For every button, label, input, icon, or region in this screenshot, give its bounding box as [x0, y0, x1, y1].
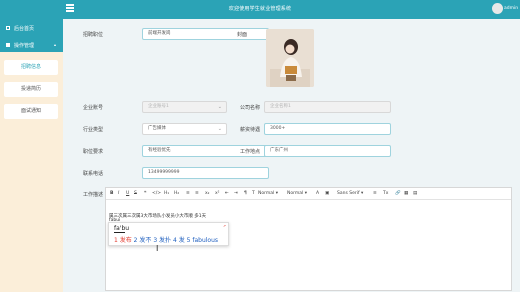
company-name-input: 企业名称1 [264, 101, 391, 113]
superscript-button[interactable]: x² [215, 191, 219, 196]
ordered-list-button[interactable]: ≡ [186, 191, 190, 196]
editor-toolbar: B I U S ❝ </> H₁ H₂ ≡ ≡ x₂ x² ⇤ ⇥ ¶ T No… [106, 188, 511, 200]
strike-button[interactable]: S [134, 191, 137, 196]
ime-composition-underline [114, 232, 125, 233]
industry-select[interactable]: 广告媒体 ⌄ [142, 123, 227, 135]
clean-format-button[interactable]: Tx [383, 191, 388, 196]
job-title-label: 招聘职位 [83, 32, 104, 38]
phone-input[interactable]: 13499999999 [142, 167, 269, 179]
background-color-button[interactable]: ▣ [325, 191, 329, 196]
ime-candidate[interactable]: 5 fabulous [187, 237, 218, 244]
ime-candidate[interactable]: 4 发 [173, 237, 185, 244]
bold-button[interactable]: B [110, 191, 113, 196]
font-select[interactable]: Sans Serif ▾ [337, 191, 363, 196]
system-title: 欢迎使用学生就业管理系统 [228, 6, 292, 12]
indent-button[interactable]: ⇥ [234, 191, 238, 196]
industry-label: 行业类型 [83, 127, 104, 133]
align-button[interactable]: ≡ [373, 191, 377, 196]
italic-button[interactable]: I [118, 191, 119, 196]
image-icon[interactable]: ▦ [404, 191, 408, 196]
chevron-down-icon: ⌄ [217, 104, 222, 110]
heading2-button[interactable]: H₂ [174, 191, 179, 196]
ime-candidate[interactable]: 3 发扑 [153, 237, 171, 244]
location-input[interactable]: 广东广州 [264, 145, 391, 157]
cover-image[interactable] [266, 29, 314, 87]
company-name-label: 公司名称 [240, 105, 261, 111]
sidebar-item-recruitment[interactable]: 招聘信息 [4, 60, 58, 75]
ime-composition: fa'bu [114, 225, 130, 232]
company-account-label: 企业账号 [83, 105, 104, 111]
sidebar: 后台首页 操作管理 ▴ 招聘信息 投递简历 面试通知 [0, 19, 63, 292]
username[interactable]: admin [504, 6, 518, 11]
sidebar-item-interviews[interactable]: 面试通知 [4, 104, 58, 119]
description-label: 工作描述 [83, 192, 104, 198]
grid-icon [6, 43, 10, 47]
salary-label: 薪资待遇 [240, 127, 261, 133]
chevron-down-icon: ⌄ [217, 126, 222, 132]
sidebar-item-resumes[interactable]: 投递简历 [4, 82, 58, 97]
ime-candidate-window: fa'bu ↗ 1 发布 2 发不 3 发扑 4 发 5 fabulous [108, 222, 229, 246]
outdent-button[interactable]: ⇤ [225, 191, 229, 196]
avatar[interactable] [492, 3, 503, 14]
ime-candidate[interactable]: 1 发布 [114, 237, 132, 244]
subscript-button[interactable]: x₂ [205, 191, 209, 196]
sidebar-home[interactable]: 后台首页 [0, 19, 63, 38]
video-icon[interactable]: ▤ [413, 191, 417, 196]
home-icon [6, 26, 10, 30]
location-label: 工作地点 [240, 149, 261, 155]
heading1-button[interactable]: H₁ [164, 191, 169, 196]
phone-label: 联系电话 [83, 171, 104, 177]
sidebar-group-operations[interactable]: 操作管理 ▴ [0, 38, 63, 52]
job-title-input[interactable]: 前端开发岗 [142, 28, 269, 40]
blockquote-button[interactable]: ❝ [144, 191, 146, 196]
requirement-label: 职位要求 [83, 149, 104, 155]
company-account-select: 企业账号1 ⌄ [142, 101, 227, 113]
direction-button[interactable]: ¶ [244, 191, 247, 196]
bullet-list-button[interactable]: ≡ [195, 191, 199, 196]
cover-label: 封面 [237, 32, 248, 38]
link-icon[interactable]: 🔗 [395, 191, 401, 196]
editor-text: 属三次属三次属3大市场队小发员小大市顺 多1天 [109, 214, 207, 219]
underline-button[interactable]: U [126, 191, 129, 196]
top-bar: 欢迎使用学生就业管理系统 admin [0, 0, 520, 19]
code-block-button[interactable]: </> [152, 191, 161, 196]
sidebar-group-label: 操作管理 [14, 43, 35, 49]
header-select[interactable]: Normal ▾ [287, 191, 307, 196]
text-size-button[interactable]: T [252, 191, 255, 196]
ime-candidates: 1 发布 2 发不 3 发扑 4 发 5 fabulous [114, 235, 218, 244]
text-cursor-icon: I [156, 244, 159, 253]
font-color-button[interactable]: A [316, 191, 319, 196]
chevron-up-icon: ▴ [54, 42, 57, 47]
size-select[interactable]: Normal ▾ [258, 191, 278, 196]
ime-mode-icon[interactable]: ↗ [223, 224, 227, 228]
sidebar-home-label: 后台首页 [14, 26, 35, 32]
ime-candidate[interactable]: 2 发不 [134, 237, 152, 244]
salary-input[interactable]: 3000+ [264, 123, 391, 135]
